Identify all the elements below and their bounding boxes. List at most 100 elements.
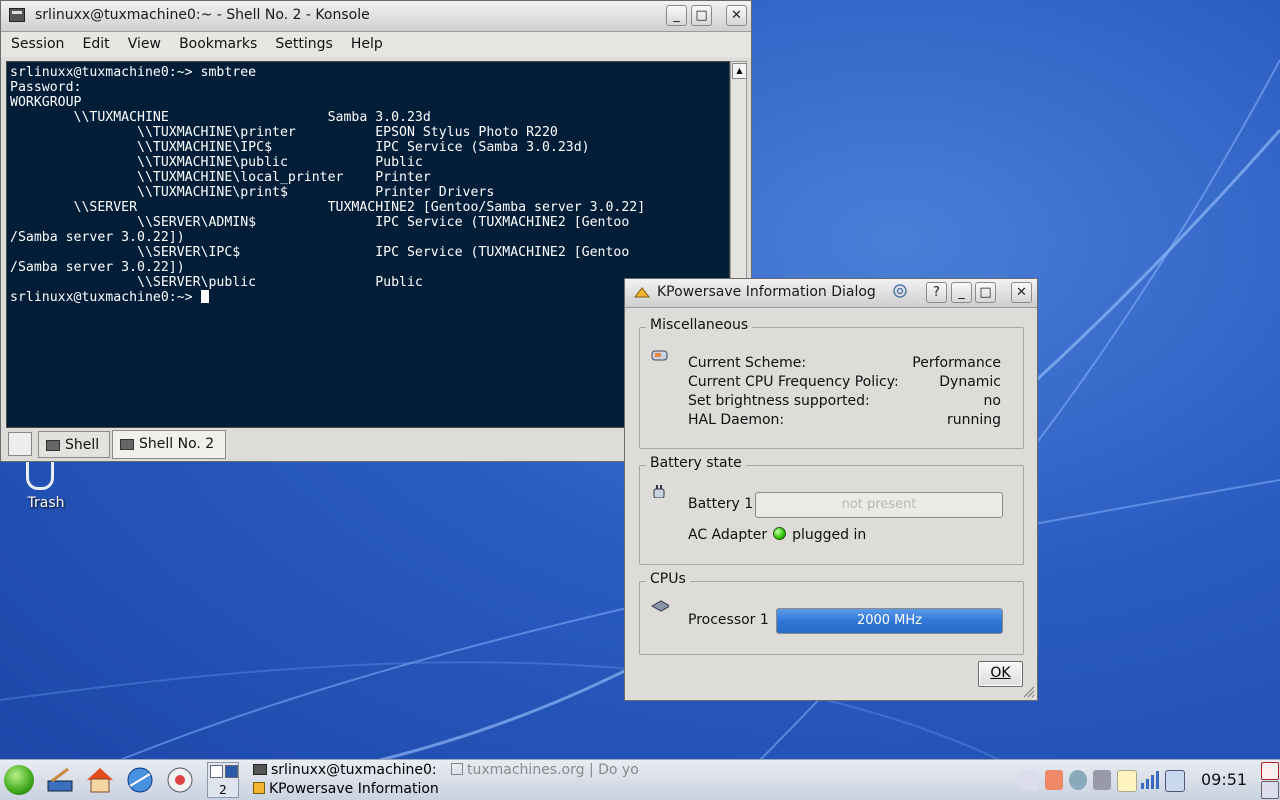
pager-desktop-2[interactable] bbox=[225, 765, 238, 778]
display-icon[interactable] bbox=[1165, 770, 1185, 792]
new-session-button[interactable] bbox=[8, 432, 32, 456]
clock[interactable]: 09:51 bbox=[1201, 770, 1247, 789]
ac-adapter-row: AC Adapter plugged in bbox=[688, 527, 866, 543]
terminal-line: \\SERVER\ADMIN$ IPC Service (TUXMACHINE2… bbox=[10, 215, 630, 230]
ac-adapter-status: plugged in bbox=[792, 527, 867, 543]
tux-icon bbox=[451, 763, 463, 775]
terminal-line: \\TUXMACHINE Samba 3.0.23d bbox=[10, 110, 431, 125]
terminal-line: \\TUXMACHINE\printer EPSON Stylus Photo … bbox=[10, 125, 558, 140]
terminal-output: srlinuxx@tuxmachine0:~> smbtree Password… bbox=[7, 62, 729, 305]
terminal-icon bbox=[253, 764, 267, 775]
help-center-icon[interactable] bbox=[164, 764, 196, 796]
terminal-line: /Samba server 3.0.22]) bbox=[10, 260, 185, 275]
misc-group: Miscellaneous Current Scheme: Performanc… bbox=[639, 317, 1024, 449]
volume-icon[interactable] bbox=[1020, 770, 1038, 790]
power-plug-icon[interactable] bbox=[1093, 770, 1111, 790]
terminal-line: \\SERVER\public Public bbox=[10, 275, 423, 290]
dialog-titlebar[interactable]: KPowersave Information Dialog ? _ □ ✕ bbox=[625, 279, 1037, 308]
maximize-button[interactable]: □ bbox=[975, 282, 996, 303]
pager-desktop-1[interactable] bbox=[210, 765, 223, 778]
terminal-icon[interactable] bbox=[9, 8, 25, 22]
terminal-line: Password: bbox=[10, 80, 82, 95]
processor-chip-icon bbox=[651, 600, 669, 612]
scroll-up-arrow-icon[interactable]: ▲ bbox=[732, 63, 747, 79]
cpu-policy-label: Current CPU Frequency Policy: bbox=[688, 374, 899, 390]
taskbar: 2 srlinuxx@tuxmachine0:~ tuxmachines.org… bbox=[0, 759, 1280, 800]
ok-label: OK bbox=[990, 665, 1011, 681]
terminal-area[interactable]: srlinuxx@tuxmachine0:~> smbtree Password… bbox=[6, 61, 730, 428]
konsole-menubar: Session Edit View Bookmarks Settings Hel… bbox=[1, 32, 751, 57]
kpowersave-dialog[interactable]: KPowersave Information Dialog ? _ □ ✕ Mi… bbox=[624, 278, 1038, 701]
update-icon[interactable] bbox=[1117, 770, 1137, 792]
terminal-line: \\TUXMACHINE\IPC$ IPC Service (Samba 3.0… bbox=[10, 140, 590, 155]
tab-label: Shell bbox=[65, 437, 100, 453]
close-button[interactable]: ✕ bbox=[1011, 282, 1032, 303]
desktop-pager[interactable]: 2 bbox=[207, 762, 239, 798]
terminal-line: \\SERVER\IPC$ IPC Service (TUXMACHINE2 [… bbox=[10, 245, 630, 260]
ac-adapter-label: AC Adapter bbox=[688, 527, 768, 543]
battery-progress-bar: not present bbox=[755, 492, 1003, 518]
terminal-line: srlinuxx@tuxmachine0:~> smbtree bbox=[10, 65, 257, 80]
task-label: tuxmachines.org | Do yo bbox=[467, 762, 639, 778]
maximize-button[interactable]: □ bbox=[691, 5, 712, 26]
start-menu-icon[interactable] bbox=[4, 765, 34, 795]
cpus-group: CPUs Processor 1 2000 MHz bbox=[639, 571, 1024, 655]
hal-daemon-value: running bbox=[946, 412, 1001, 428]
task-label: srlinuxx@tuxmachine0:~ bbox=[271, 762, 438, 778]
menu-session[interactable]: Session bbox=[11, 32, 64, 56]
group-title: Battery state bbox=[646, 455, 746, 471]
logout-icon[interactable] bbox=[1261, 762, 1279, 780]
terminal-line: \\TUXMACHINE\local_printer Printer bbox=[10, 170, 431, 185]
tab-shell[interactable]: Shell bbox=[38, 431, 110, 458]
scheme-icon bbox=[651, 350, 668, 361]
lock-screen-icon[interactable] bbox=[1261, 781, 1279, 799]
cpu-frequency-value: 2000 MHz bbox=[856, 613, 923, 628]
current-scheme-label: Current Scheme: bbox=[688, 355, 807, 371]
close-button[interactable]: ✕ bbox=[726, 5, 747, 26]
processor-label: Processor 1 bbox=[688, 612, 769, 628]
terminal-prompt: srlinuxx@tuxmachine0:~> bbox=[10, 290, 201, 305]
task-label: KPowersave Information bbox=[269, 781, 439, 797]
ok-button[interactable]: OK bbox=[978, 661, 1023, 687]
group-title: Miscellaneous bbox=[646, 317, 753, 333]
terminal-cursor bbox=[200, 290, 209, 303]
tab-shell-no-2[interactable]: Shell No. 2 bbox=[112, 430, 226, 459]
konsole-titlebar[interactable]: srlinuxx@tuxmachine0:~ - Shell No. 2 - K… bbox=[1, 1, 751, 32]
menu-view[interactable]: View bbox=[128, 32, 161, 56]
resize-grip-icon[interactable] bbox=[1023, 686, 1035, 698]
terminal-line: \\TUXMACHINE\print$ Printer Drivers bbox=[10, 185, 495, 200]
menu-edit[interactable]: Edit bbox=[83, 32, 110, 56]
task-kpowersave[interactable]: KPowersave Information bbox=[253, 781, 448, 797]
trash-icon bbox=[26, 462, 54, 490]
terminal-icon bbox=[46, 440, 60, 451]
menu-settings[interactable]: Settings bbox=[275, 32, 332, 56]
browser-icon[interactable] bbox=[124, 764, 156, 796]
konsole-title: srlinuxx@tuxmachine0:~ - Shell No. 2 - K… bbox=[35, 7, 370, 23]
sticky-swirl-icon[interactable] bbox=[891, 282, 909, 300]
terminal-line: WORKGROUP bbox=[10, 95, 82, 110]
signal-strength-icon[interactable] bbox=[1140, 770, 1160, 790]
klipper-icon[interactable] bbox=[1045, 770, 1063, 790]
cpu-policy-value: Dynamic bbox=[939, 374, 1001, 390]
menu-help[interactable]: Help bbox=[351, 32, 383, 56]
kpowersave-icon bbox=[253, 782, 265, 794]
terminal-line: /Samba server 3.0.22]) bbox=[10, 230, 185, 245]
kpowersave-icon bbox=[633, 287, 651, 298]
show-desktop-icon[interactable] bbox=[44, 765, 76, 795]
battery-plug-icon bbox=[653, 485, 665, 498]
brightness-label: Set brightness supported: bbox=[688, 393, 870, 409]
terminal-line: \\TUXMACHINE\public Public bbox=[10, 155, 423, 170]
terminal-line: \\SERVER TUXMACHINE2 [Gentoo/Samba serve… bbox=[10, 200, 646, 215]
minimize-button[interactable]: _ bbox=[666, 5, 687, 26]
status-led-icon bbox=[773, 527, 787, 540]
task-browser[interactable]: tuxmachines.org | Do yo bbox=[451, 762, 646, 778]
minimize-button[interactable]: _ bbox=[951, 282, 972, 303]
network-icon[interactable] bbox=[1069, 770, 1087, 790]
battery-group: Battery state Battery 1 not present AC A… bbox=[639, 455, 1024, 565]
trash-label: Trash bbox=[27, 495, 65, 511]
home-folder-icon[interactable] bbox=[84, 764, 116, 796]
help-button[interactable]: ? bbox=[926, 282, 947, 303]
hal-daemon-label: HAL Daemon: bbox=[688, 412, 785, 428]
task-konsole[interactable]: srlinuxx@tuxmachine0:~ bbox=[253, 762, 438, 778]
menu-bookmarks[interactable]: Bookmarks bbox=[179, 32, 257, 56]
